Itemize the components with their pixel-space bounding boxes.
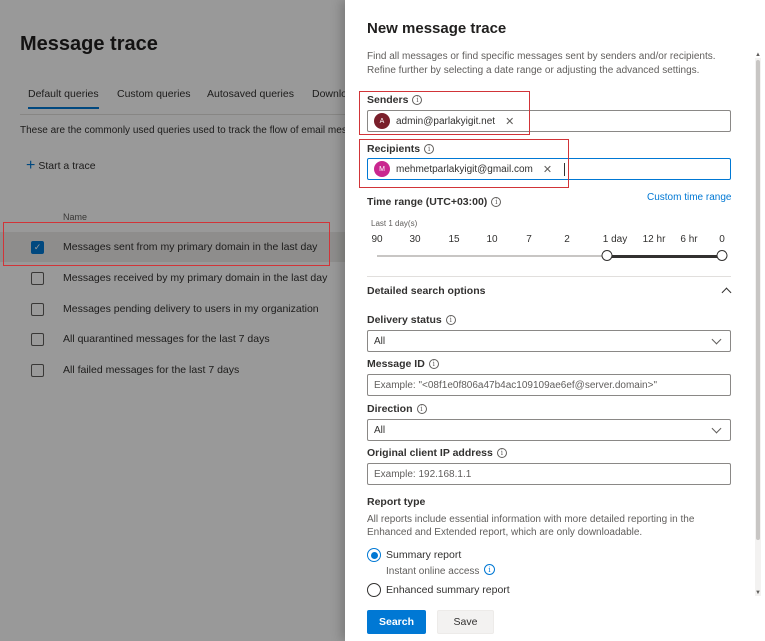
slider-tick: 30 bbox=[409, 234, 421, 245]
slider-end-handle[interactable] bbox=[716, 250, 728, 261]
time-range-slider-fill bbox=[607, 255, 723, 258]
highlight-box bbox=[3, 222, 330, 266]
custom-time-range-link[interactable]: Custom time range bbox=[647, 192, 731, 203]
info-icon[interactable]: i bbox=[445, 315, 456, 325]
slider-tick: 0 bbox=[719, 234, 725, 245]
delivery-status-value: All bbox=[374, 335, 386, 347]
slider-tick: 90 bbox=[371, 234, 383, 245]
panel-title: New message trace bbox=[367, 20, 507, 37]
summary-report-sub: Instant online access bbox=[386, 566, 480, 577]
message-id-label: Message ID i bbox=[367, 358, 439, 370]
highlight-box bbox=[359, 139, 569, 188]
chevron-down-icon bbox=[711, 423, 722, 433]
info-icon[interactable]: i bbox=[491, 197, 502, 207]
slider-tick: 10 bbox=[486, 234, 498, 245]
collapse-chevron-icon[interactable] bbox=[721, 287, 732, 298]
slider-tick: 6 hr bbox=[680, 234, 698, 245]
slider-tick: 12 hr bbox=[642, 234, 666, 245]
panel-description: Find all messages or find specific messa… bbox=[367, 51, 716, 76]
chevron-down-icon bbox=[711, 334, 722, 344]
slider-tick: 7 bbox=[526, 234, 532, 245]
delivery-status-label: Delivery status i bbox=[367, 314, 456, 326]
summary-report-radio[interactable]: Summary report bbox=[367, 548, 461, 562]
section-divider bbox=[367, 276, 731, 277]
report-type-description: All reports include essential informatio… bbox=[367, 514, 695, 538]
delivery-status-select[interactable]: All bbox=[367, 330, 731, 352]
direction-label: Direction i bbox=[367, 403, 427, 415]
client-ip-input[interactable]: Example: 192.168.1.1 bbox=[367, 463, 731, 485]
time-range-label-text: Time range (UTC+03:00) bbox=[367, 196, 488, 208]
message-id-label-text: Message ID bbox=[367, 358, 425, 370]
enhanced-report-radio[interactable]: Enhanced summary report bbox=[367, 583, 510, 597]
report-type-label: Report type bbox=[367, 496, 426, 508]
detailed-search-heading[interactable]: Detailed search options bbox=[367, 285, 485, 297]
enhanced-report-label: Enhanced summary report bbox=[386, 584, 510, 596]
search-button[interactable]: Search bbox=[367, 610, 426, 634]
direction-select[interactable]: All bbox=[367, 419, 731, 441]
modal-overlay[interactable] bbox=[0, 0, 345, 641]
summary-report-label: Summary report bbox=[386, 549, 462, 561]
info-icon[interactable]: i bbox=[484, 564, 495, 575]
info-icon[interactable]: i bbox=[428, 359, 439, 369]
slider-tick: 15 bbox=[448, 234, 460, 245]
radio-indicator[interactable] bbox=[367, 548, 381, 562]
time-range-selected-text: Last 1 day(s) bbox=[371, 219, 418, 228]
message-id-placeholder: Example: "<08f1e0f806a47b4ac109109ae6ef@… bbox=[374, 379, 658, 391]
direction-label-text: Direction bbox=[367, 403, 413, 415]
client-ip-label: Original client IP address i bbox=[367, 447, 507, 459]
info-icon[interactable]: i bbox=[496, 448, 507, 458]
time-range-label: Time range (UTC+03:00) i bbox=[367, 196, 502, 208]
scrollbar-thumb[interactable] bbox=[756, 60, 760, 540]
scroll-down-icon[interactable]: ▼ bbox=[755, 590, 761, 596]
radio-indicator[interactable] bbox=[367, 583, 381, 597]
slider-tick: 2 bbox=[564, 234, 570, 245]
direction-value: All bbox=[374, 424, 386, 436]
client-ip-label-text: Original client IP address bbox=[367, 447, 493, 459]
client-ip-placeholder: Example: 192.168.1.1 bbox=[374, 468, 472, 480]
highlight-box bbox=[359, 91, 530, 135]
message-id-input[interactable]: Example: "<08f1e0f806a47b4ac109109ae6ef@… bbox=[367, 374, 731, 396]
slider-start-handle[interactable] bbox=[601, 250, 613, 261]
info-icon[interactable]: i bbox=[416, 404, 427, 414]
delivery-status-label-text: Delivery status bbox=[367, 314, 442, 326]
slider-tick: 1 day bbox=[602, 234, 628, 245]
scroll-up-icon[interactable]: ▲ bbox=[755, 52, 761, 58]
save-button[interactable]: Save bbox=[437, 610, 494, 634]
